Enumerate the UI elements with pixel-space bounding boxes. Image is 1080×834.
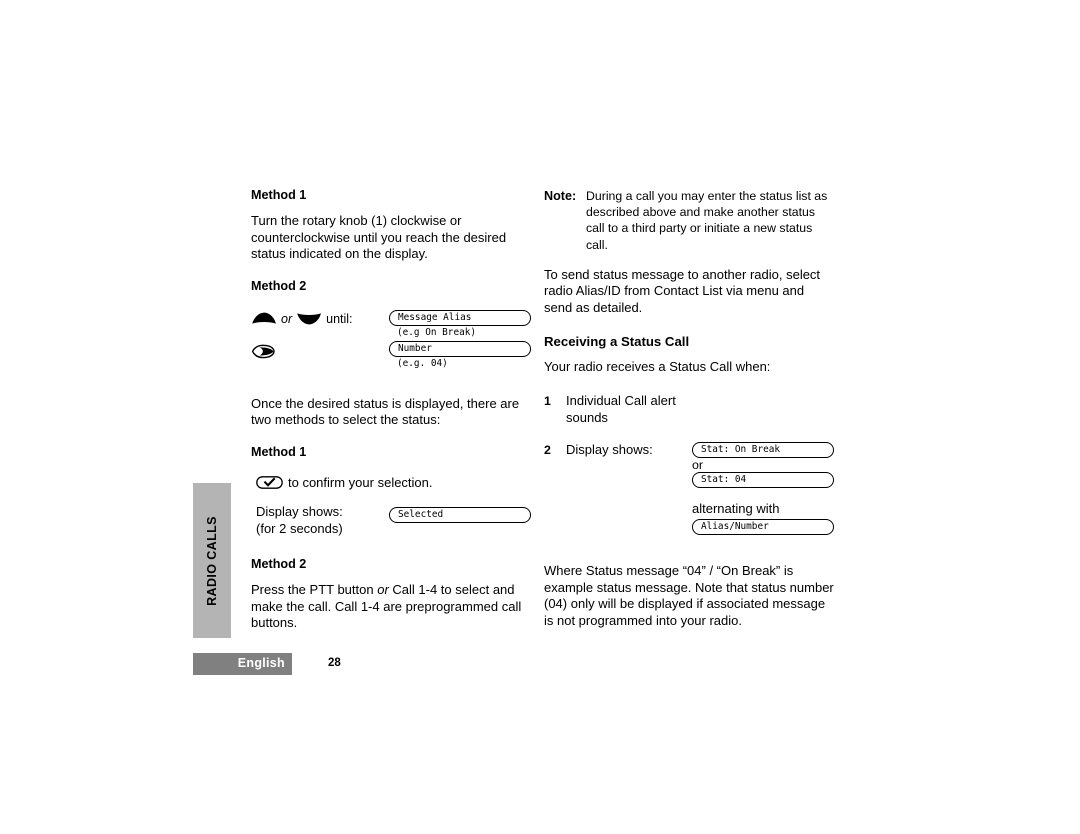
side-select-button-icon[interactable] (251, 344, 275, 359)
display-shows-row: Display shows: (for 2 seconds) Selected (251, 504, 531, 537)
footer-language-label: English (237, 656, 285, 670)
paragraph-send-status: To send status message to another radio,… (544, 266, 821, 315)
list-item-number: 1 (544, 394, 551, 409)
ok-check-button-icon[interactable] (256, 476, 283, 489)
note-text: During a call you may enter the status l… (586, 189, 828, 252)
up-arrow-button-icon[interactable] (251, 312, 277, 325)
list-item-label: Individual Call alert sounds (566, 393, 676, 425)
display-shows-label: Display shows: (256, 503, 343, 519)
heading-method-1: Method 1 (251, 188, 307, 202)
down-arrow-button-icon[interactable] (296, 312, 322, 325)
label-alternating-with: alternating with (692, 501, 780, 516)
heading-method-2: Method 2 (251, 278, 307, 293)
paragraph-method-2-ptt: Press the PTT button or Call 1-4 to sele… (251, 582, 531, 632)
left-column: Method 1 Turn the rotary knob (1) clockw… (251, 188, 531, 632)
right-column: Note: During a call you may enter the st… (544, 188, 834, 629)
lcd-message-alias-example: (e.g On Break) (397, 326, 477, 338)
ptt-text-or: or (377, 582, 389, 598)
paragraph-receiving-intro: Your radio receives a Status Call when: (544, 358, 771, 374)
list-item-label: Display shows: (566, 442, 653, 457)
list-item: 2 Display shows: Stat: On Break or Stat:… (544, 442, 834, 535)
lcd-stat-on-break: Stat: On Break (692, 442, 834, 458)
list-item-number: 2 (544, 443, 551, 457)
confirm-selection-label: to confirm your selection. (288, 474, 433, 490)
note-label: Note: (544, 189, 577, 203)
paragraph-once-desired-status: Once the desired status is displayed, th… (251, 395, 520, 428)
footer-language-bar: English (193, 653, 292, 675)
confirm-selection-row: to confirm your selection. (251, 475, 531, 490)
lcd-display-group-received: Stat: On Break or Stat: 04 alternating w… (692, 442, 834, 535)
paragraph-where-status-message: Where Status message “04” / “On Break” i… (544, 563, 834, 628)
heading-select-method-1: Method 1 (251, 444, 307, 459)
lcd-number: Number (389, 340, 531, 357)
lcd-message-alias: Message Alias (389, 309, 531, 326)
nav-button-glyph-row: or until: (251, 310, 389, 328)
label-or: or (281, 311, 293, 326)
side-button-glyph-row (251, 343, 389, 361)
paragraph-method-1: Turn the rotary knob (1) clockwise or co… (251, 213, 507, 262)
side-tab-label: RADIO CALLS (205, 515, 219, 606)
ptt-text-pre: Press the PTT button (251, 582, 378, 598)
label-until: until: (326, 311, 353, 326)
lcd-stat-04: Stat: 04 (692, 472, 834, 488)
list-item: 1 Individual Call alert sounds (544, 393, 834, 426)
lcd-alias-number: Alias/Number (692, 519, 834, 535)
lcd-selected: Selected (389, 506, 531, 523)
lcd-number-example: (e.g. 04) (397, 357, 448, 369)
page-number: 28 (328, 657, 341, 669)
label-or-alternate: or (692, 458, 704, 472)
display-shows-duration: (for 2 seconds) (256, 520, 343, 536)
manual-page: RADIO CALLS Method 1 Turn the rotary kno… (0, 0, 1080, 834)
section-side-tab: RADIO CALLS (193, 483, 231, 638)
heading-select-method-2: Method 2 (251, 557, 307, 572)
lcd-display-group-status: Message Alias (e.g On Break) Number (e.g… (389, 309, 531, 370)
heading-receiving-status-call: Receiving a Status Call (544, 333, 690, 349)
note-block: Note: During a call you may enter the st… (544, 188, 834, 253)
method2-step-row-1: or until: Message Alias (e.g On Break) N… (251, 309, 531, 370)
